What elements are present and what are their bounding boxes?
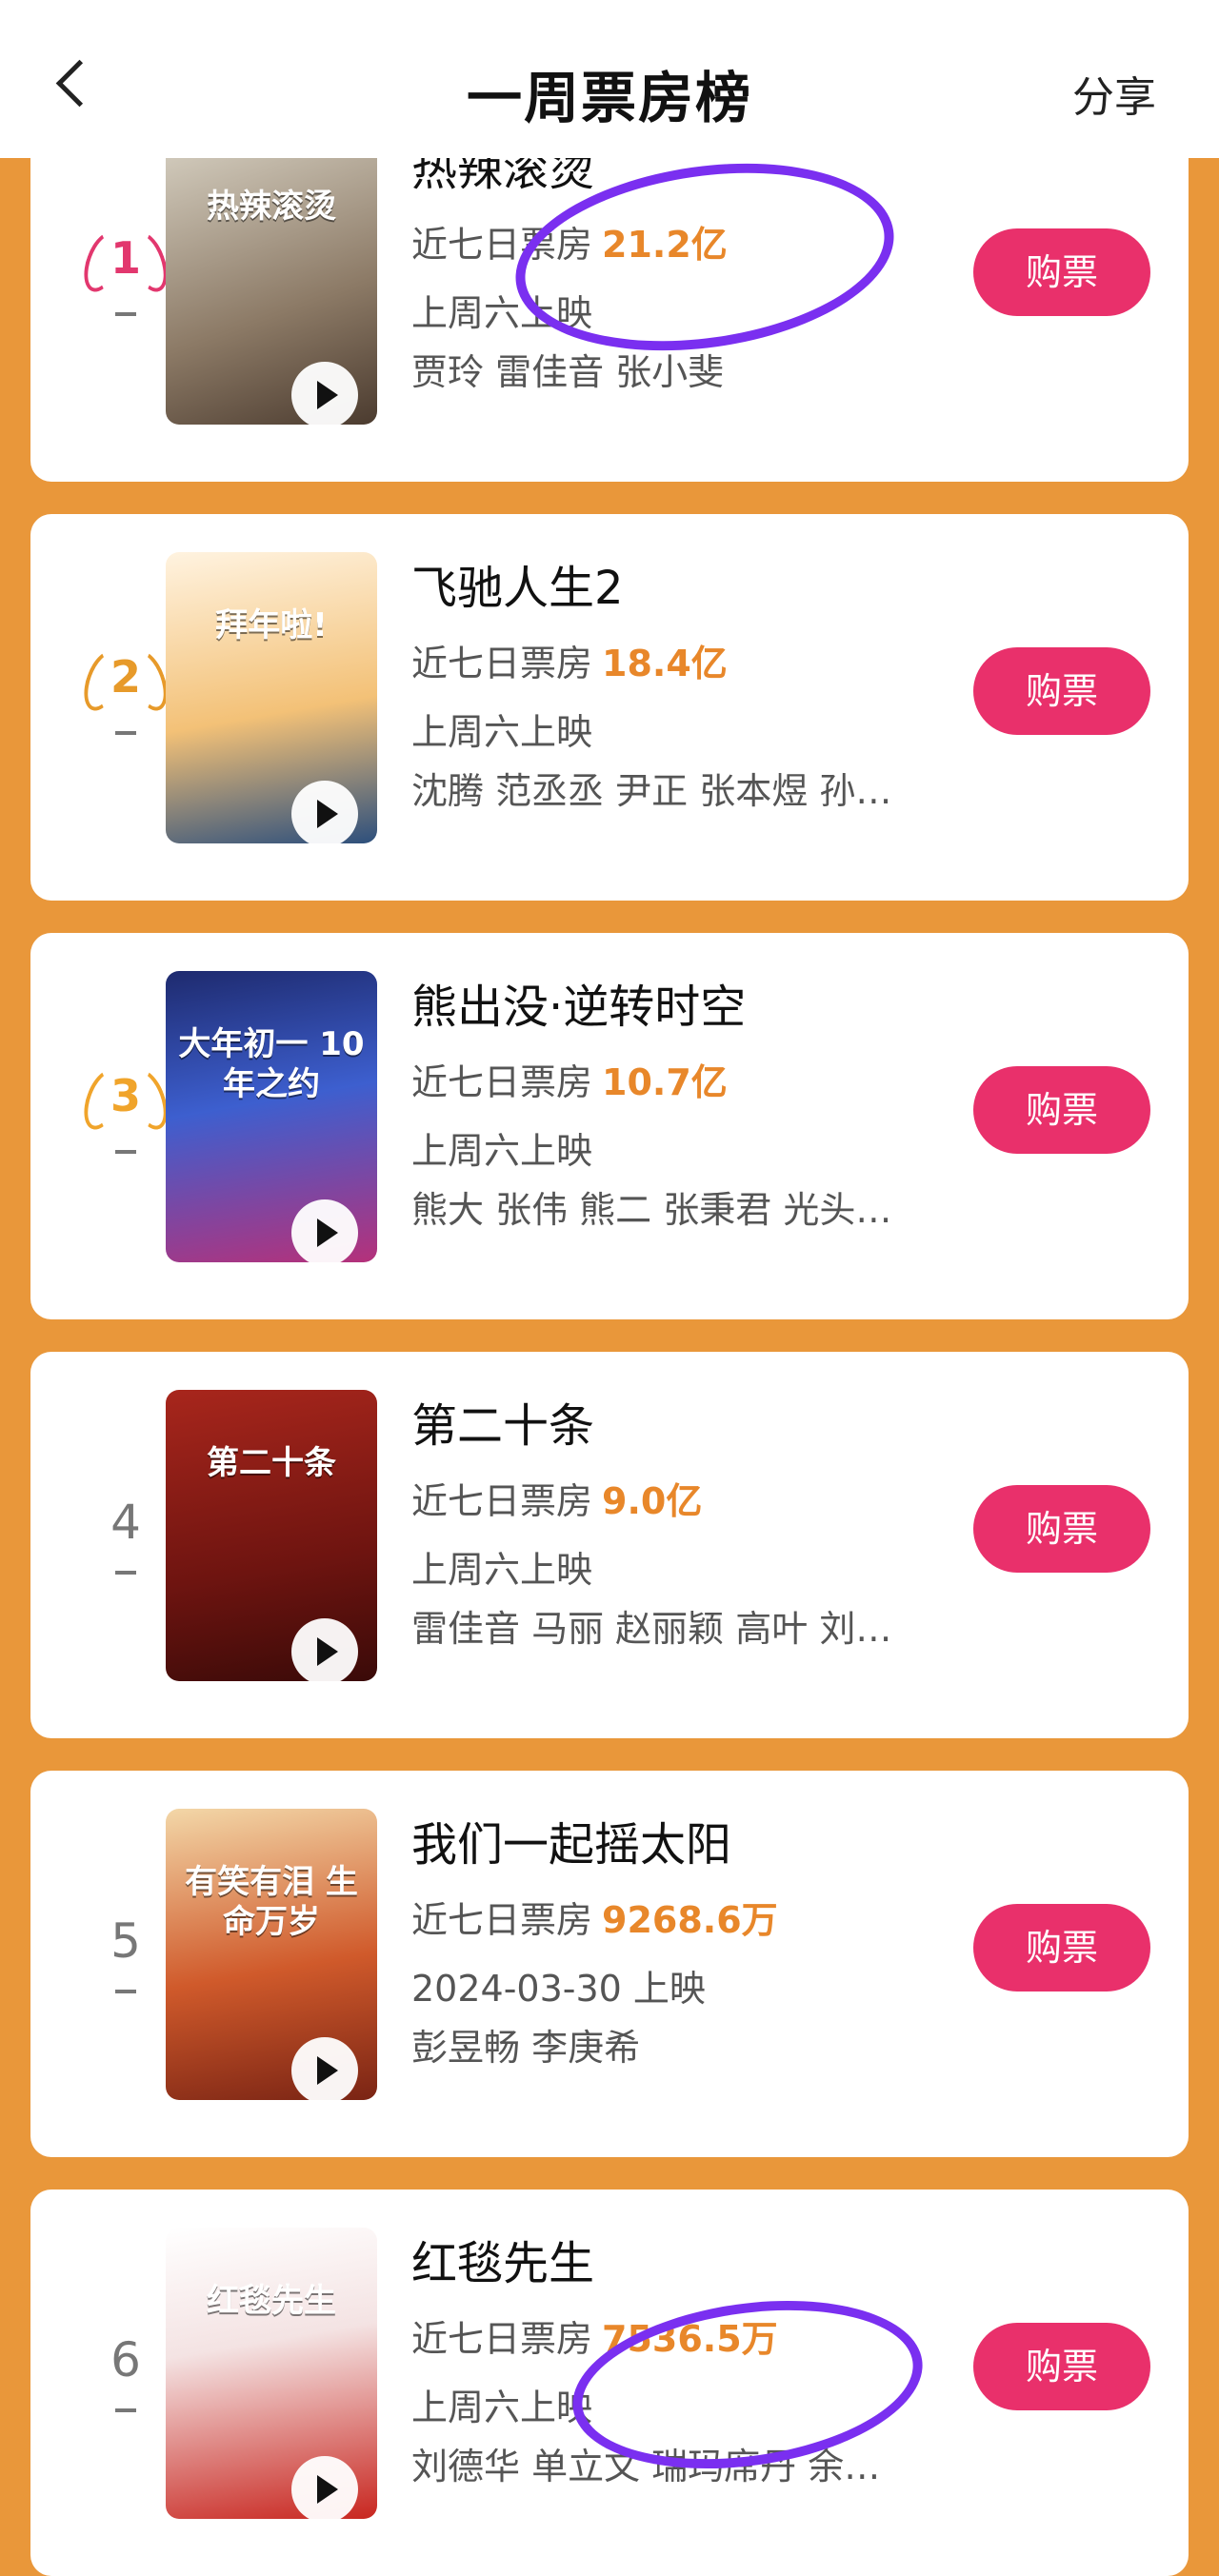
boxoffice-value: 9.0亿 [602, 1480, 703, 1522]
poster-title: 红毯先生 [207, 2282, 336, 2320]
rank-number: 4 [110, 1495, 141, 1550]
rank-indicator: 2 [76, 644, 175, 735]
movie-poster[interactable]: 拜年啦! [166, 552, 377, 843]
poster-title: 大年初一 10年之约 [178, 1025, 365, 1103]
rank-change-dash [115, 312, 136, 316]
boxoffice-line: 近七日票房 9268.6万 [411, 1891, 778, 1943]
buy-ticket-button[interactable]: 购票 [973, 1485, 1150, 1573]
poster-title: 有笑有泪 生命万岁 [185, 1863, 358, 1941]
release-date: 2024-03-30 上映 [411, 1968, 706, 2010]
movie-poster[interactable]: 红毯先生 [166, 2228, 377, 2519]
buy-ticket-button[interactable]: 购票 [973, 1904, 1150, 1991]
rank-number: 5 [110, 1913, 141, 1969]
buy-ticket-button[interactable]: 购票 [973, 2323, 1150, 2410]
rank-change-dash [115, 1150, 136, 1154]
boxoffice-value: 7536.5万 [602, 2318, 778, 2360]
rank-indicator: 3 [76, 1062, 175, 1154]
cast-list: 彭昱畅 李庚希 [411, 2027, 641, 2069]
movie-card[interactable]: 4 第二十条 第二十条 近七日票房 9.0亿 上周六上映 雷佳音 马丽 赵丽颖 高… [30, 1352, 1189, 1738]
boxoffice-line: 近七日票房 10.7亿 [411, 1053, 728, 1105]
buy-ticket-button[interactable]: 购票 [973, 1066, 1150, 1154]
boxoffice-label: 近七日票房 [411, 1899, 593, 1941]
rank-change-dash [115, 2408, 136, 2412]
movie-card[interactable]: 2 拜年啦! 飞驰人生2 近七日票房 18.4亿 上周六上映 沈腾 范丞丞 尹正 … [30, 514, 1189, 901]
play-icon[interactable] [291, 781, 358, 843]
poster-title: 拜年啦! [215, 606, 328, 644]
movie-title[interactable]: 第二十条 [411, 1388, 594, 1455]
cast-list: 贾玲 雷佳音 张小斐 [411, 351, 725, 393]
play-icon[interactable] [291, 362, 358, 425]
boxoffice-label: 近七日票房 [411, 643, 593, 684]
movie-poster[interactable]: 有笑有泪 生命万岁 [166, 1809, 377, 2100]
movie-poster[interactable]: 第二十条 [166, 1390, 377, 1681]
boxoffice-value: 9268.6万 [602, 1899, 778, 1941]
cast-list: 雷佳音 马丽 赵丽颖 高叶 刘… [411, 1608, 892, 1650]
buy-ticket-button[interactable]: 购票 [973, 647, 1150, 735]
rank-medal-icon: 2 [76, 644, 175, 716]
rank-number: 6 [110, 2332, 141, 2388]
movie-poster[interactable]: 热辣滚烫 [166, 133, 377, 425]
boxoffice-line: 近七日票房 9.0亿 [411, 1472, 702, 1524]
share-button[interactable]: 分享 [1072, 63, 1156, 124]
boxoffice-line: 近七日票房 7536.5万 [411, 2309, 778, 2362]
movie-title[interactable]: 红毯先生 [411, 2226, 594, 2292]
rank-change-dash [115, 731, 136, 735]
top-bar: 一周票房榜 分享 [0, 0, 1219, 158]
play-icon[interactable] [291, 1618, 358, 1681]
boxoffice-label: 近七日票房 [411, 2318, 593, 2360]
boxoffice-label: 近七日票房 [411, 1061, 593, 1103]
buy-ticket-button[interactable]: 购票 [973, 228, 1150, 316]
poster-title: 第二十条 [207, 1444, 336, 1482]
cast-list: 沈腾 范丞丞 尹正 张本煜 孙… [411, 770, 892, 812]
movie-title[interactable]: 熊出没·逆转时空 [411, 969, 746, 1036]
rank-medal-icon: 3 [76, 1062, 175, 1135]
movie-list: 1 热辣滚烫 热辣滚烫 近七日票房 21.2亿 上周六上映 贾玲 雷佳音 张小斐 … [0, 0, 1219, 2576]
rank-indicator: 5 [88, 1913, 164, 1993]
release-date: 上周六上映 [411, 1130, 593, 1172]
rank-change-dash [115, 1571, 136, 1575]
movie-title[interactable]: 我们一起摇太阳 [411, 1807, 731, 1873]
movie-card[interactable]: 3 大年初一 10年之约 熊出没·逆转时空 近七日票房 10.7亿 上周六上映 熊… [30, 933, 1189, 1319]
play-icon[interactable] [291, 1199, 358, 1262]
page-title: 一周票房榜 [466, 66, 752, 130]
rank-change-dash [115, 1990, 136, 1993]
rank-indicator: 1 [76, 225, 175, 316]
boxoffice-value: 21.2亿 [602, 224, 728, 266]
boxoffice-label: 近七日票房 [411, 224, 593, 266]
rank-medal-icon: 1 [76, 225, 175, 297]
release-date: 上周六上映 [411, 711, 593, 753]
cast-list: 熊大 张伟 熊二 张秉君 光头… [411, 1189, 892, 1231]
release-date: 上周六上映 [411, 292, 593, 334]
movie-card[interactable]: 5 有笑有泪 生命万岁 我们一起摇太阳 近七日票房 9268.6万 2024-03… [30, 1771, 1189, 2157]
movie-title[interactable]: 飞驰人生2 [411, 550, 624, 617]
release-date: 上周六上映 [411, 2387, 593, 2428]
boxoffice-label: 近七日票房 [411, 1480, 593, 1522]
release-date: 上周六上映 [411, 1549, 593, 1591]
poster-title: 热辣滚烫 [207, 188, 336, 226]
rank-indicator: 6 [88, 2332, 164, 2412]
rank-indicator: 4 [88, 1495, 164, 1575]
movie-card[interactable]: 6 红毯先生 红毯先生 近七日票房 7536.5万 上周六上映 刘德华 单立文 瑞… [30, 2190, 1189, 2576]
play-icon[interactable] [291, 2037, 358, 2100]
cast-list: 刘德华 单立文 瑞玛席丹 余… [411, 2446, 881, 2487]
boxoffice-value: 10.7亿 [602, 1061, 728, 1103]
play-icon[interactable] [291, 2456, 358, 2519]
boxoffice-line: 近七日票房 21.2亿 [411, 215, 728, 268]
movie-poster[interactable]: 大年初一 10年之约 [166, 971, 377, 1262]
boxoffice-value: 18.4亿 [602, 643, 728, 684]
boxoffice-line: 近七日票房 18.4亿 [411, 634, 728, 686]
